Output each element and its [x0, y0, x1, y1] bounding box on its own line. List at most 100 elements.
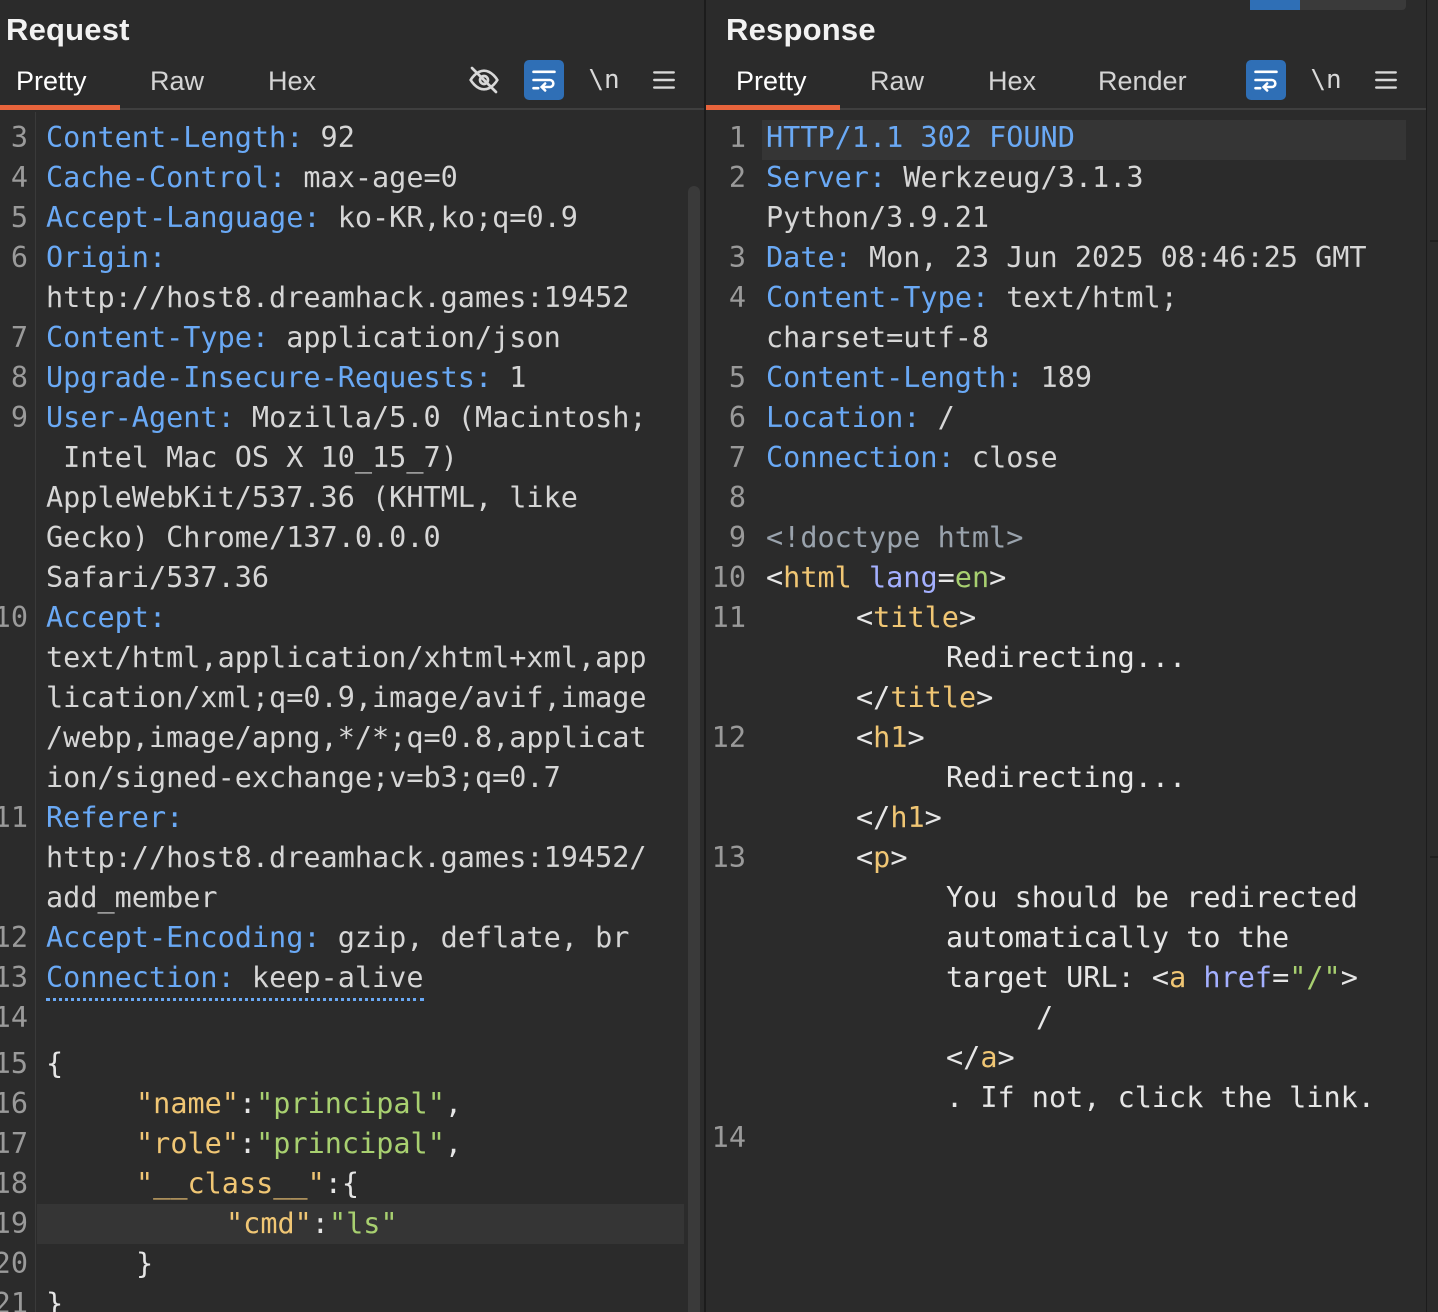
code-line: 11 <title> [706, 598, 976, 638]
line-number: 16 [0, 1087, 28, 1120]
line-number: 19 [0, 1207, 28, 1240]
line-number: 15 [0, 1047, 28, 1080]
request-tabbar: Pretty Raw Hex \n [0, 58, 704, 110]
newline-toggle[interactable]: \n [1306, 60, 1346, 100]
line-number: 1 [728, 121, 746, 154]
json-value: "principal" [256, 1127, 445, 1160]
attr-name: lang [868, 561, 938, 594]
json-open-brace: { [46, 1047, 64, 1080]
response-tabbar: Pretty Raw Hex Render \n [706, 58, 1426, 110]
response-editor[interactable]: 1 HTTP/1.1 302 FOUND 2 Server: Werkzeug/3… [706, 112, 1426, 1312]
code-line: 19 "cmd":"ls" [0, 1204, 398, 1244]
header-value: AppleWebKit/537.36 (KHTML, like [46, 481, 578, 514]
newline-toggle[interactable]: \n [584, 60, 624, 100]
wrap-lines-icon[interactable] [1246, 60, 1286, 100]
header-name: Content-Length: [46, 121, 304, 154]
code-line: 21 } [0, 1284, 103, 1312]
paragraph-text: . If not, click the link. [946, 1081, 1375, 1114]
header-name: Cache-Control: [46, 161, 287, 194]
line-number: 9 [10, 401, 28, 434]
edge-marker [1430, 856, 1438, 858]
header-value: 92 [303, 121, 355, 154]
request-editor[interactable]: 3 Content-Length: 92 4 Cache-Control: max-a… [0, 112, 704, 1312]
code-line: automatically to the [706, 918, 1289, 958]
line-number: 12 [0, 921, 28, 954]
wrap-lines-icon[interactable] [524, 60, 564, 100]
json-key: "name" [136, 1087, 239, 1120]
paragraph-text: target URL: [946, 961, 1152, 994]
eye-off-icon[interactable] [464, 60, 504, 100]
line-number: 2 [728, 161, 746, 194]
code-line: You should be redirected [706, 878, 1358, 918]
header-name: Date: [766, 241, 852, 274]
line-number: 10 [0, 601, 28, 634]
view-toggle-active[interactable] [1250, 0, 1300, 10]
header-name: Accept-Language: [46, 201, 321, 234]
html-tag: h1 [890, 801, 925, 834]
response-title: Response [726, 12, 876, 47]
header-value: 1 [492, 361, 527, 394]
title-text: Redirecting... [946, 641, 1187, 674]
header-value: Mon, 23 Jun 2025 08:46:25 GMT [851, 241, 1367, 274]
header-value: lication/xml;q=0.9,image/avif,image [46, 681, 647, 714]
request-scrollbar[interactable] [688, 186, 700, 1312]
code-line: </h1> [856, 801, 942, 834]
menu-icon[interactable] [1366, 60, 1406, 100]
line-number: 20 [0, 1247, 28, 1280]
menu-icon[interactable] [644, 60, 684, 100]
attr-value: en [954, 561, 990, 594]
code-line: target URL: <a href="/"> [946, 961, 1358, 994]
code-line: 12 <h1> [706, 718, 925, 758]
active-tab-indicator [706, 105, 840, 110]
header-name: Referer: [46, 801, 184, 834]
link-text: / [1036, 1001, 1054, 1034]
edge-marker [1430, 240, 1438, 242]
response-tab-raw[interactable]: Raw [870, 66, 924, 97]
view-toggle-group[interactable] [1250, 0, 1406, 10]
line-number: 6 [10, 241, 28, 274]
header-name: Upgrade-Insecure-Requests: [46, 361, 493, 394]
line-number: 6 [728, 401, 746, 434]
code-line: 16 "name":"principal", [0, 1084, 462, 1124]
code-line: 18 "__class__":{ [0, 1164, 359, 1204]
code-line: 9 <!doctype html> [706, 518, 1024, 558]
header-value: charset=utf-8 [766, 321, 990, 354]
line-number: 3 [10, 121, 28, 154]
html-tag: h1 [873, 721, 908, 754]
line-number: 3 [728, 241, 746, 274]
header-value: gzip, deflate, br [320, 921, 630, 954]
html-tag: a [1169, 961, 1187, 994]
line-number: 14 [0, 1001, 28, 1034]
response-tab-pretty[interactable]: Pretty [736, 66, 807, 97]
request-tab-pretty[interactable]: Pretty [16, 66, 87, 97]
code-line: 17 "role":"principal", [0, 1124, 462, 1164]
code-line: 20 } [0, 1244, 153, 1284]
request-title: Request [6, 12, 130, 47]
header-value: ko-KR,ko;q=0.9 [320, 201, 578, 234]
header-value: max-age=0 [286, 161, 458, 194]
header-name: Accept: [46, 601, 167, 634]
code-line: . If not, click the link. [706, 1078, 1375, 1118]
paragraph-text: You should be redirected [946, 881, 1358, 914]
header-value: ion/signed-exchange;v=b3;q=0.7 [46, 761, 561, 794]
header-value: Gecko) Chrome/137.0.0.0 [46, 521, 441, 554]
header-name: Connection: [766, 441, 955, 474]
active-tab-indicator [0, 105, 120, 110]
header-value: Mozilla/5.0 (Macintosh; [234, 401, 647, 434]
header-name: Server: [766, 161, 887, 194]
response-tab-render[interactable]: Render [1098, 66, 1187, 97]
request-tab-hex[interactable]: Hex [268, 66, 316, 97]
attr-name: href [1203, 961, 1273, 994]
response-tab-hex[interactable]: Hex [988, 66, 1036, 97]
request-tab-raw[interactable]: Raw [150, 66, 204, 97]
doctype: <!doctype html> [766, 521, 1024, 554]
html-tag: a [980, 1041, 998, 1074]
header-value: Intel Mac OS X 10_15_7) [46, 441, 458, 474]
json-close-brace: } [136, 1247, 154, 1280]
html-tag: p [873, 841, 891, 874]
line-number: 5 [728, 361, 746, 394]
code-line: 10 <html lang=en> [706, 558, 1007, 598]
header-name: User-Agent: [46, 401, 235, 434]
json-key: "cmd" [226, 1207, 312, 1240]
line-number: 11 [0, 801, 28, 834]
